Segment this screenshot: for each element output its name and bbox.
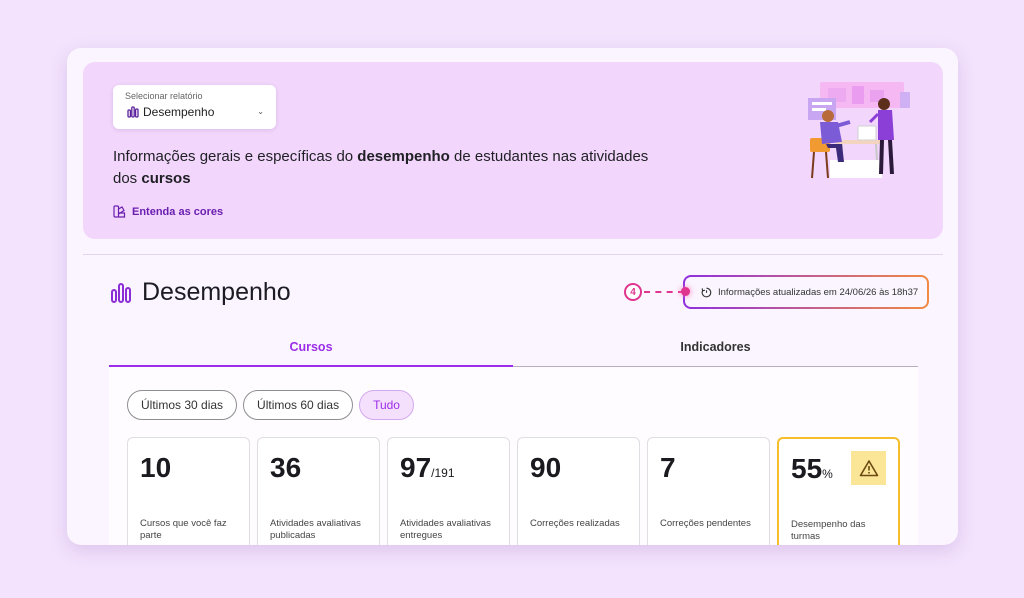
stat-value: 36 (270, 452, 301, 484)
last-updated-text: Informações atualizadas em 24/06/26 às 1… (718, 286, 919, 298)
stat-card-courses: 10 Cursos que você faz parte (127, 437, 250, 545)
bar-chart-icon (127, 106, 139, 118)
stats-row: 10 Cursos que você faz parte 36 Atividad… (127, 437, 900, 545)
stat-value: 90 (530, 452, 561, 484)
hero-text-bold2: cursos (141, 170, 191, 187)
chevron-down-icon[interactable]: ⌄ (257, 107, 264, 116)
understand-colors-label: Entenda as cores (132, 205, 224, 218)
stat-number: 90 (530, 452, 562, 483)
stat-value: 10 (140, 452, 171, 484)
stat-label: Atividades avaliativas entregues (400, 518, 491, 541)
hero-text-bold1: desempenho (357, 148, 450, 165)
report-select-label: Desempenho (143, 105, 215, 119)
filter-last-60-days[interactable]: Últimos 60 dias (243, 390, 354, 420)
stat-value: 7 (660, 452, 676, 484)
tab-cursos[interactable]: Cursos (109, 335, 513, 367)
hero-description: Informações gerais e específicas do dese… (113, 146, 673, 190)
stat-card-published-activities: 36 Atividades avaliativas publicadas (257, 437, 380, 545)
stat-number: 55 (791, 453, 823, 484)
callout-dot (681, 287, 690, 296)
stat-number: 7 (660, 452, 676, 483)
stat-label: Cursos que você faz parte (140, 518, 227, 541)
filter-all[interactable]: Tudo (359, 390, 414, 420)
period-filters: Últimos 30 dias Últimos 60 dias Tudo (127, 390, 414, 420)
report-card: Selecionar relatório Desempenho ⌄ Inform… (67, 48, 958, 545)
understand-colors-link[interactable]: Entenda as cores (113, 205, 223, 218)
report-select-caption: Selecionar relatório (125, 91, 203, 101)
callout-connector (644, 291, 684, 293)
refresh-clock-icon (701, 287, 712, 297)
stat-unit: % (822, 467, 833, 481)
stat-number: 10 (140, 452, 172, 483)
tab-bar: Cursos Indicadores (109, 335, 918, 367)
stat-label: Correções realizadas (530, 518, 620, 529)
section-divider (83, 254, 943, 255)
stat-card-corrections-pending: 7 Correções pendentes (647, 437, 770, 545)
tab-indicadores[interactable]: Indicadores (513, 335, 918, 367)
stat-number: 97 (400, 452, 432, 483)
report-select-value: Desempenho (127, 105, 214, 119)
stat-number: 36 (270, 452, 302, 483)
warning-icon (851, 451, 886, 485)
people-discussion-illustration (808, 82, 910, 179)
hero-text-part1: Informações gerais e específicas do (113, 148, 358, 165)
bar-chart-icon (111, 282, 131, 303)
callout-badge: 4 (624, 283, 642, 301)
stat-total: /191 (431, 466, 455, 480)
page-title-text: Desempenho (142, 278, 291, 306)
page-title: Desempenho (110, 278, 291, 307)
palette-icon (113, 205, 126, 218)
report-select[interactable]: Selecionar relatório Desempenho ⌄ (113, 85, 276, 129)
stat-label: Correções pendentes (660, 518, 751, 529)
last-updated-box: Informações atualizadas em 24/06/26 às 1… (683, 275, 929, 309)
stat-label: Desempenho das turmas (791, 519, 866, 542)
hero-banner: Selecionar relatório Desempenho ⌄ Inform… (83, 62, 943, 239)
stat-value: 55% (791, 453, 833, 485)
stat-label: Atividades avaliativas publicadas (270, 518, 361, 541)
filter-last-30-days[interactable]: Últimos 30 dias (127, 390, 238, 420)
stat-card-class-performance: 55% Desempenho das turmas (777, 437, 900, 545)
stat-card-delivered-activities: 97/191 Atividades avaliativas entregues (387, 437, 510, 545)
tab-content: Últimos 30 dias Últimos 60 dias Tudo 10 … (109, 367, 918, 545)
stat-card-corrections-done: 90 Correções realizadas (517, 437, 640, 545)
stat-value: 97/191 (400, 452, 455, 484)
